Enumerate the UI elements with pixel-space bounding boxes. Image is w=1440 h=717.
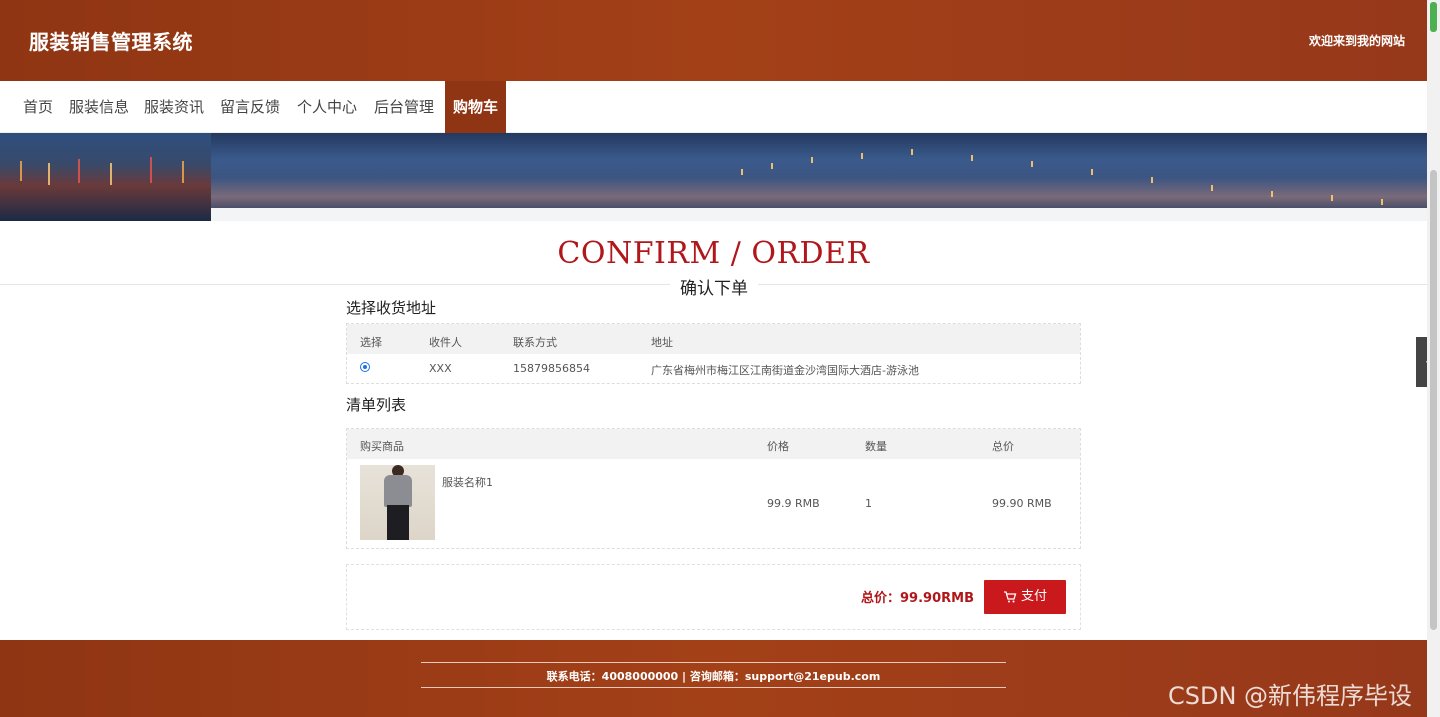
address-cell: 广东省梅州市梅江区江南街道金沙湾国际大酒店-游泳池 (651, 364, 919, 377)
scrollbar-top-indicator (1430, 2, 1437, 32)
address-section-title: 选择收货地址 (346, 299, 437, 317)
watermark-text: CSDN @新伟程序毕设 (1168, 682, 1413, 710)
product-total: 99.90 RMB (992, 497, 1052, 510)
banner-harbor-image (211, 133, 1427, 208)
order-table-header: 购买商品 价格 数量 总价 (347, 429, 1080, 459)
nav-item-cart[interactable]: 购物车 (445, 81, 506, 133)
header-address: 地址 (651, 336, 673, 349)
cart-icon (1003, 590, 1017, 602)
address-table-header: 选择 收件人 联系方式 地址 (347, 324, 1080, 354)
phone-cell: 15879856854 (513, 362, 590, 375)
site-title[interactable]: 服装销售管理系统 (29, 26, 193, 55)
header-price: 价格 (767, 440, 789, 453)
site-header: 服装销售管理系统 欢迎来到我的网站 (0, 0, 1427, 81)
footer-divider-top (421, 662, 1006, 663)
main-nav: 首页 服装信息 服装资讯 留言反馈 个人中心 后台管理 购物车 (0, 81, 1427, 133)
header-phone: 联系方式 (513, 336, 557, 349)
nav-item-clothing-info[interactable]: 服装信息 (61, 81, 137, 133)
nav-item-home[interactable]: 首页 (15, 81, 61, 133)
order-table: 购买商品 价格 数量 总价 服装名称1 99.9 RMB 1 99.90 RMB (346, 428, 1081, 549)
page-scrollbar[interactable] (1427, 0, 1440, 717)
total-price: 总价：99.90RMB (861, 591, 974, 606)
header-select: 选择 (360, 336, 382, 349)
product-name[interactable]: 服装名称1 (442, 474, 493, 490)
nav-item-clothing-news[interactable]: 服装资讯 (136, 81, 212, 133)
address-table: 选择 收件人 联系方式 地址 XXX 15879856854 广东省梅州市梅江区… (346, 323, 1081, 384)
banner-image (0, 133, 1427, 221)
header-quantity: 数量 (865, 440, 887, 453)
page-title-cn: 确认下单 (670, 274, 758, 299)
nav-item-feedback[interactable]: 留言反馈 (212, 81, 288, 133)
order-section-title: 清单列表 (346, 396, 407, 414)
nav-item-personal-center[interactable]: 个人中心 (289, 81, 365, 133)
header-product: 购买商品 (360, 440, 404, 453)
address-radio[interactable] (360, 362, 370, 372)
footer-divider-bottom (421, 687, 1006, 688)
header-recipient: 收件人 (429, 336, 462, 349)
scrollbar-thumb[interactable] (1430, 170, 1437, 630)
nav-item-admin[interactable]: 后台管理 (366, 81, 442, 133)
pay-button-label: 支付 (1020, 589, 1047, 604)
header-total: 总价 (992, 440, 1014, 453)
product-quantity: 1 (865, 497, 872, 510)
footer-contact: 联系电话：4008000000 | 咨询邮箱：support@21epub.co… (546, 670, 881, 683)
product-image[interactable] (360, 465, 435, 540)
page-title-en: CONFIRM / ORDER (557, 236, 870, 271)
recipient-cell: XXX (429, 362, 452, 375)
welcome-text: 欢迎来到我的网站 (1308, 34, 1405, 48)
order-summary: 总价：99.90RMB 支付 (346, 564, 1081, 630)
product-price: 99.9 RMB (767, 497, 820, 510)
banner-left-image (0, 133, 211, 221)
pay-button[interactable]: 支付 (984, 580, 1066, 614)
